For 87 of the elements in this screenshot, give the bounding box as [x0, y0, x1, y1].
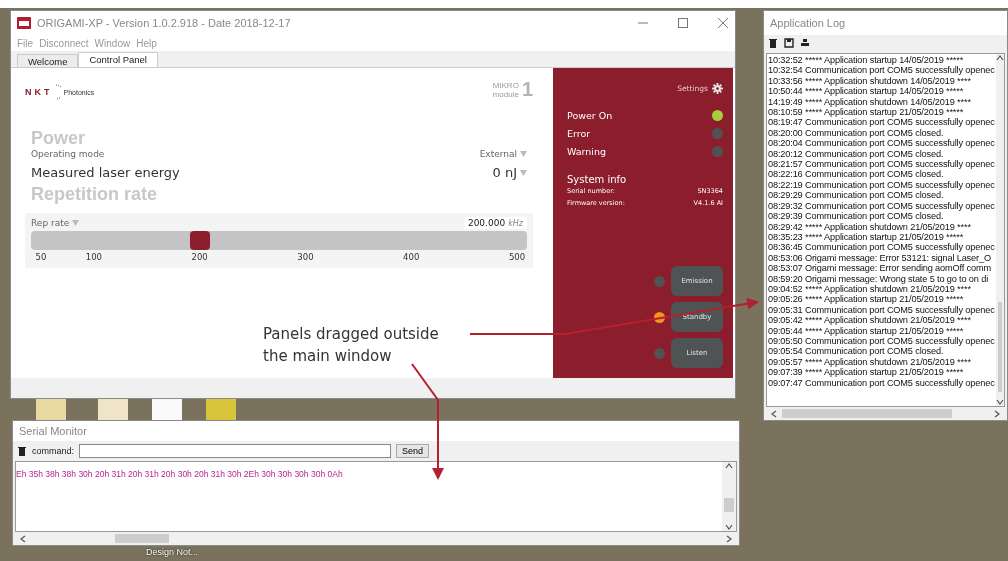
scroll-thumb[interactable] [997, 302, 1002, 392]
log-line: 09:05:42 ***** Application shutdown 21/05/2019 **** [768, 315, 972, 326]
trash-icon[interactable] [768, 38, 778, 48]
info-heading: System info [567, 174, 628, 185]
log-line: 14:19:49 ***** Application shutdown 14/05/2019 **** [768, 96, 972, 108]
browser-shortcut-icon[interactable] [36, 398, 66, 420]
log-line: 10:32:52 ***** Application startup 14/05/2019 ***** [768, 55, 965, 66]
log-line: 08:21:57 Communication port COM5 successfully openec [768, 159, 995, 170]
log-line: 08:20:00 Communication port COM5 closed. [768, 127, 945, 139]
log-line: 08:29:39 Communication port COM5 closed. [768, 211, 945, 222]
window-title: Serial Monitor [19, 425, 88, 437]
log-line: 08:59:20 Origami message: Wrong state 5 to go to on di [768, 273, 990, 284]
module-number: 1 [521, 78, 533, 101]
tab[interactable]: Welcome [17, 54, 79, 67]
slider-track[interactable] [31, 231, 527, 250]
log-line: 09:05:50 Communication port COM5 successfully openec [768, 335, 995, 347]
dropdown-value[interactable]: 0 nJ [492, 165, 517, 180]
app-icon [17, 17, 31, 29]
caret-icon [72, 220, 80, 226]
log-line: 08:29:29 Communication port COM5 closed. [768, 190, 945, 201]
log-line: 08:20:04 Communication port COM5 successfully openec [768, 138, 995, 149]
close-icon[interactable] [717, 17, 729, 29]
log-line: 08:36:45 Communication port COM5 successfully openec [768, 242, 995, 253]
log-line: 09:05:26 ***** Application startup 21/05/2019 ***** [768, 294, 965, 305]
print-icon[interactable] [800, 38, 810, 48]
logo-brand: NKT [25, 87, 53, 97]
window-title: ORIGAMI-XP - Version 1.0.2.918 - Date 2018-12-17 [37, 17, 292, 29]
log-line: 09:05:57 ***** Application shutdown 21/05/2019 **** [768, 356, 972, 368]
annotation-text: the main window [263, 346, 393, 367]
log-line: 09:04:52 ***** Application shutdown 21/05/2019 **** [768, 283, 972, 295]
tick-label: 400 [403, 252, 420, 262]
status-label: Warning [567, 145, 607, 157]
tab[interactable]: Control Panel [78, 52, 158, 67]
field-label: command: [32, 446, 75, 456]
log-line: 08:29:42 ***** Application shutdown 21/05/2019 **** [768, 221, 972, 232]
trash-icon[interactable] [17, 446, 27, 456]
window-title: Application Log [770, 17, 847, 29]
send-button[interactable]: Send [396, 444, 430, 458]
log-line: 09:07:39 ***** Application startup 21/05/2019 ***** [768, 367, 965, 378]
log-line: 08:29:32 Communication port COM5 successfully openec [768, 200, 995, 212]
field-label: Operating mode [31, 149, 105, 159]
log-line: 09:05:31 Communication port COM5 successfully openec [768, 304, 995, 316]
log-line: 09:05:44 ***** Application startup 21/05/2019 ***** [768, 325, 965, 336]
status-label: Power On [567, 109, 613, 121]
annotation-text: Panels dragged outside [263, 324, 439, 345]
log-line: 10:33:56 ***** Application shutdown 14/05/2019 **** [768, 75, 972, 87]
log-line: 09:07:47 Communication port COM5 successfully openec [768, 377, 995, 388]
log-line: 08:20:12 Communication port COM5 closed. [768, 148, 945, 160]
tick-label: 300 [297, 252, 314, 262]
caret-icon [520, 169, 527, 176]
log-line: 08:19:47 Communication port COM5 successfully openec [768, 117, 995, 128]
slider-thumb[interactable] [189, 231, 210, 250]
serial-output: Eh 35h 38h 38h 30h 20h 31h 20h 31h 20h 30h 20h 31h 30h 2Eh 30h 30h 30h 30h 0Ah [16, 469, 343, 479]
log-line: 08:53:06 Origami message: Error 53121: signal Laser_O [768, 252, 992, 264]
status-label: Error [567, 127, 591, 139]
shortcut-label[interactable]: Design Not... [146, 547, 199, 558]
tick-label: 50 [35, 252, 47, 262]
pdf-shortcut-icon[interactable] [98, 398, 128, 420]
model-name: MIKRO [492, 80, 519, 90]
vertical-scrollbar[interactable] [722, 462, 736, 531]
tick-label: 200 [191, 252, 208, 262]
dropdown-value[interactable]: External [479, 149, 517, 159]
log-line: 08:22:16 Communication port COM5 closed. [768, 169, 945, 180]
command-input[interactable] [79, 444, 392, 458]
scroll-thumb[interactable] [782, 409, 952, 418]
value-field[interactable]: 200.000 kHz [463, 217, 527, 229]
log-line: 10:50:44 ***** Application startup 14/05/2019 ***** [768, 86, 965, 97]
log-line: 10:32:54 Communication port COM5 successfully openec [768, 65, 995, 76]
vertical-scrollbar[interactable] [995, 54, 1004, 406]
scroll-thumb[interactable] [115, 534, 169, 543]
dropdown-label[interactable]: Rep rate [31, 218, 70, 228]
log-line: 08:22:19 Communication port COM5 successfully openec [768, 179, 995, 191]
tick-label: 500 [508, 252, 526, 262]
caret-icon [520, 151, 527, 157]
log-line: 08:53:07 Origami message: Error sending aomOff comm [768, 263, 992, 274]
save-icon[interactable] [784, 38, 794, 48]
scroll-thumb[interactable] [724, 498, 734, 512]
field-label: Measured laser energy [31, 165, 180, 180]
settings-icon[interactable] [712, 82, 723, 94]
module-label: module [492, 89, 519, 99]
log-line: 09:05:54 Communication port COM5 closed. [768, 346, 945, 357]
log-line: 08:35:23 ***** Application startup 21/05/2019 ***** [768, 231, 965, 243]
tick-label: 100 [85, 252, 102, 262]
log-line: 08:10:59 ***** Application startup 21/05/2019 ***** [768, 107, 965, 118]
dotted-arc-icon [55, 84, 61, 100]
maximize-icon[interactable] [677, 17, 689, 29]
document-shortcut-icon[interactable] [152, 398, 182, 420]
